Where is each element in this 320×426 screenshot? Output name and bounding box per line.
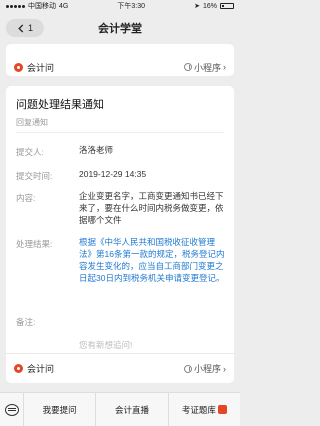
mini-program-name: 会计问 (27, 62, 55, 73)
chevron-right-icon: › (223, 62, 226, 72)
mini-program-footer: 会计问 小程序 › (6, 353, 234, 383)
divider (16, 132, 224, 133)
chevron-left-icon (18, 23, 24, 33)
chevron-right-icon: › (223, 363, 226, 374)
mini-program-link-label: 小程序 (193, 62, 221, 73)
status-bar: 中国移动 4G 下午3:30 ➤ 16% (0, 0, 240, 12)
mini-program-logo-icon (14, 62, 23, 72)
carrier-label: 中国移动 (28, 3, 56, 10)
nav-bar: 1 会计学堂 (0, 12, 240, 44)
field-label-remark: 备注: (16, 317, 36, 327)
keyboard-toggle-button[interactable] (0, 392, 24, 426)
page-title: 会计学堂 (98, 23, 142, 35)
status-time: 下午3:30 (117, 3, 146, 10)
notification-title: 问题处理结果通知 (16, 99, 104, 111)
mini-program-logo-icon (14, 364, 23, 373)
field-value-submitter: 洛洛老师 (79, 145, 114, 155)
field-label-content: 内容: (16, 193, 36, 203)
menu-label: 我要提问 (42, 404, 77, 415)
field-value-submit-time: 2019-12-29 14:35 (79, 169, 147, 179)
menu-live-class[interactable]: 会计直播 (96, 392, 169, 426)
signal-icon (6, 4, 25, 8)
mini-program-row[interactable]: 会计问 小程序 › (6, 354, 234, 383)
battery-percent: 16% (202, 2, 217, 10)
menu-label: 考证题库 (181, 404, 216, 415)
battery-icon (219, 3, 234, 9)
mini-program-link-label: 小程序 (193, 364, 221, 374)
previous-message-card: 会计问 小程序 › (6, 44, 234, 76)
menu-exam-bank[interactable]: 考证题库 (169, 393, 240, 426)
mini-program-icon (183, 364, 192, 373)
mini-program-icon (183, 63, 192, 71)
notification-subtitle: 回复通知 (16, 118, 48, 127)
notification-card[interactable]: 问题处理结果通知 回复通知 提交人: 洛洛老师 提交时间: 2019-12-29… (6, 86, 234, 364)
back-count: 1 (27, 23, 33, 33)
field-value-content: 企业变更名字，工商变更通知书已经下来了，要在什么时间内税务做变更，依据哪个文件 (79, 191, 224, 225)
mini-program-link[interactable]: 小程序 › (183, 362, 226, 375)
field-label-submit-time: 提交时间: (16, 171, 53, 181)
mini-program-link[interactable]: 小程序 › (183, 61, 226, 74)
field-label-submitter: 提交人: (16, 147, 44, 157)
menu-ask-question[interactable]: 我要提问 (24, 392, 97, 426)
gift-icon (217, 404, 227, 414)
back-button[interactable]: 1 (6, 19, 44, 37)
field-value-result[interactable]: 根据《中华人民共和国税收征收管理法》第16条第一款的规定，税务登记内容发生变化的… (79, 236, 227, 284)
field-value-remark: 您有新想追问! (79, 340, 133, 350)
mini-program-name: 会计问 (27, 364, 55, 374)
field-label-result: 处理结果: (16, 239, 53, 249)
bottom-menu-bar: 我要提问 会计直播 考证题库 (0, 392, 240, 426)
network-label: 4G (59, 2, 69, 10)
menu-label: 会计直播 (114, 404, 149, 415)
location-icon: ➤ (194, 3, 200, 10)
mini-program-row[interactable]: 会计问 小程序 › (6, 58, 234, 76)
keyboard-icon (4, 403, 19, 416)
